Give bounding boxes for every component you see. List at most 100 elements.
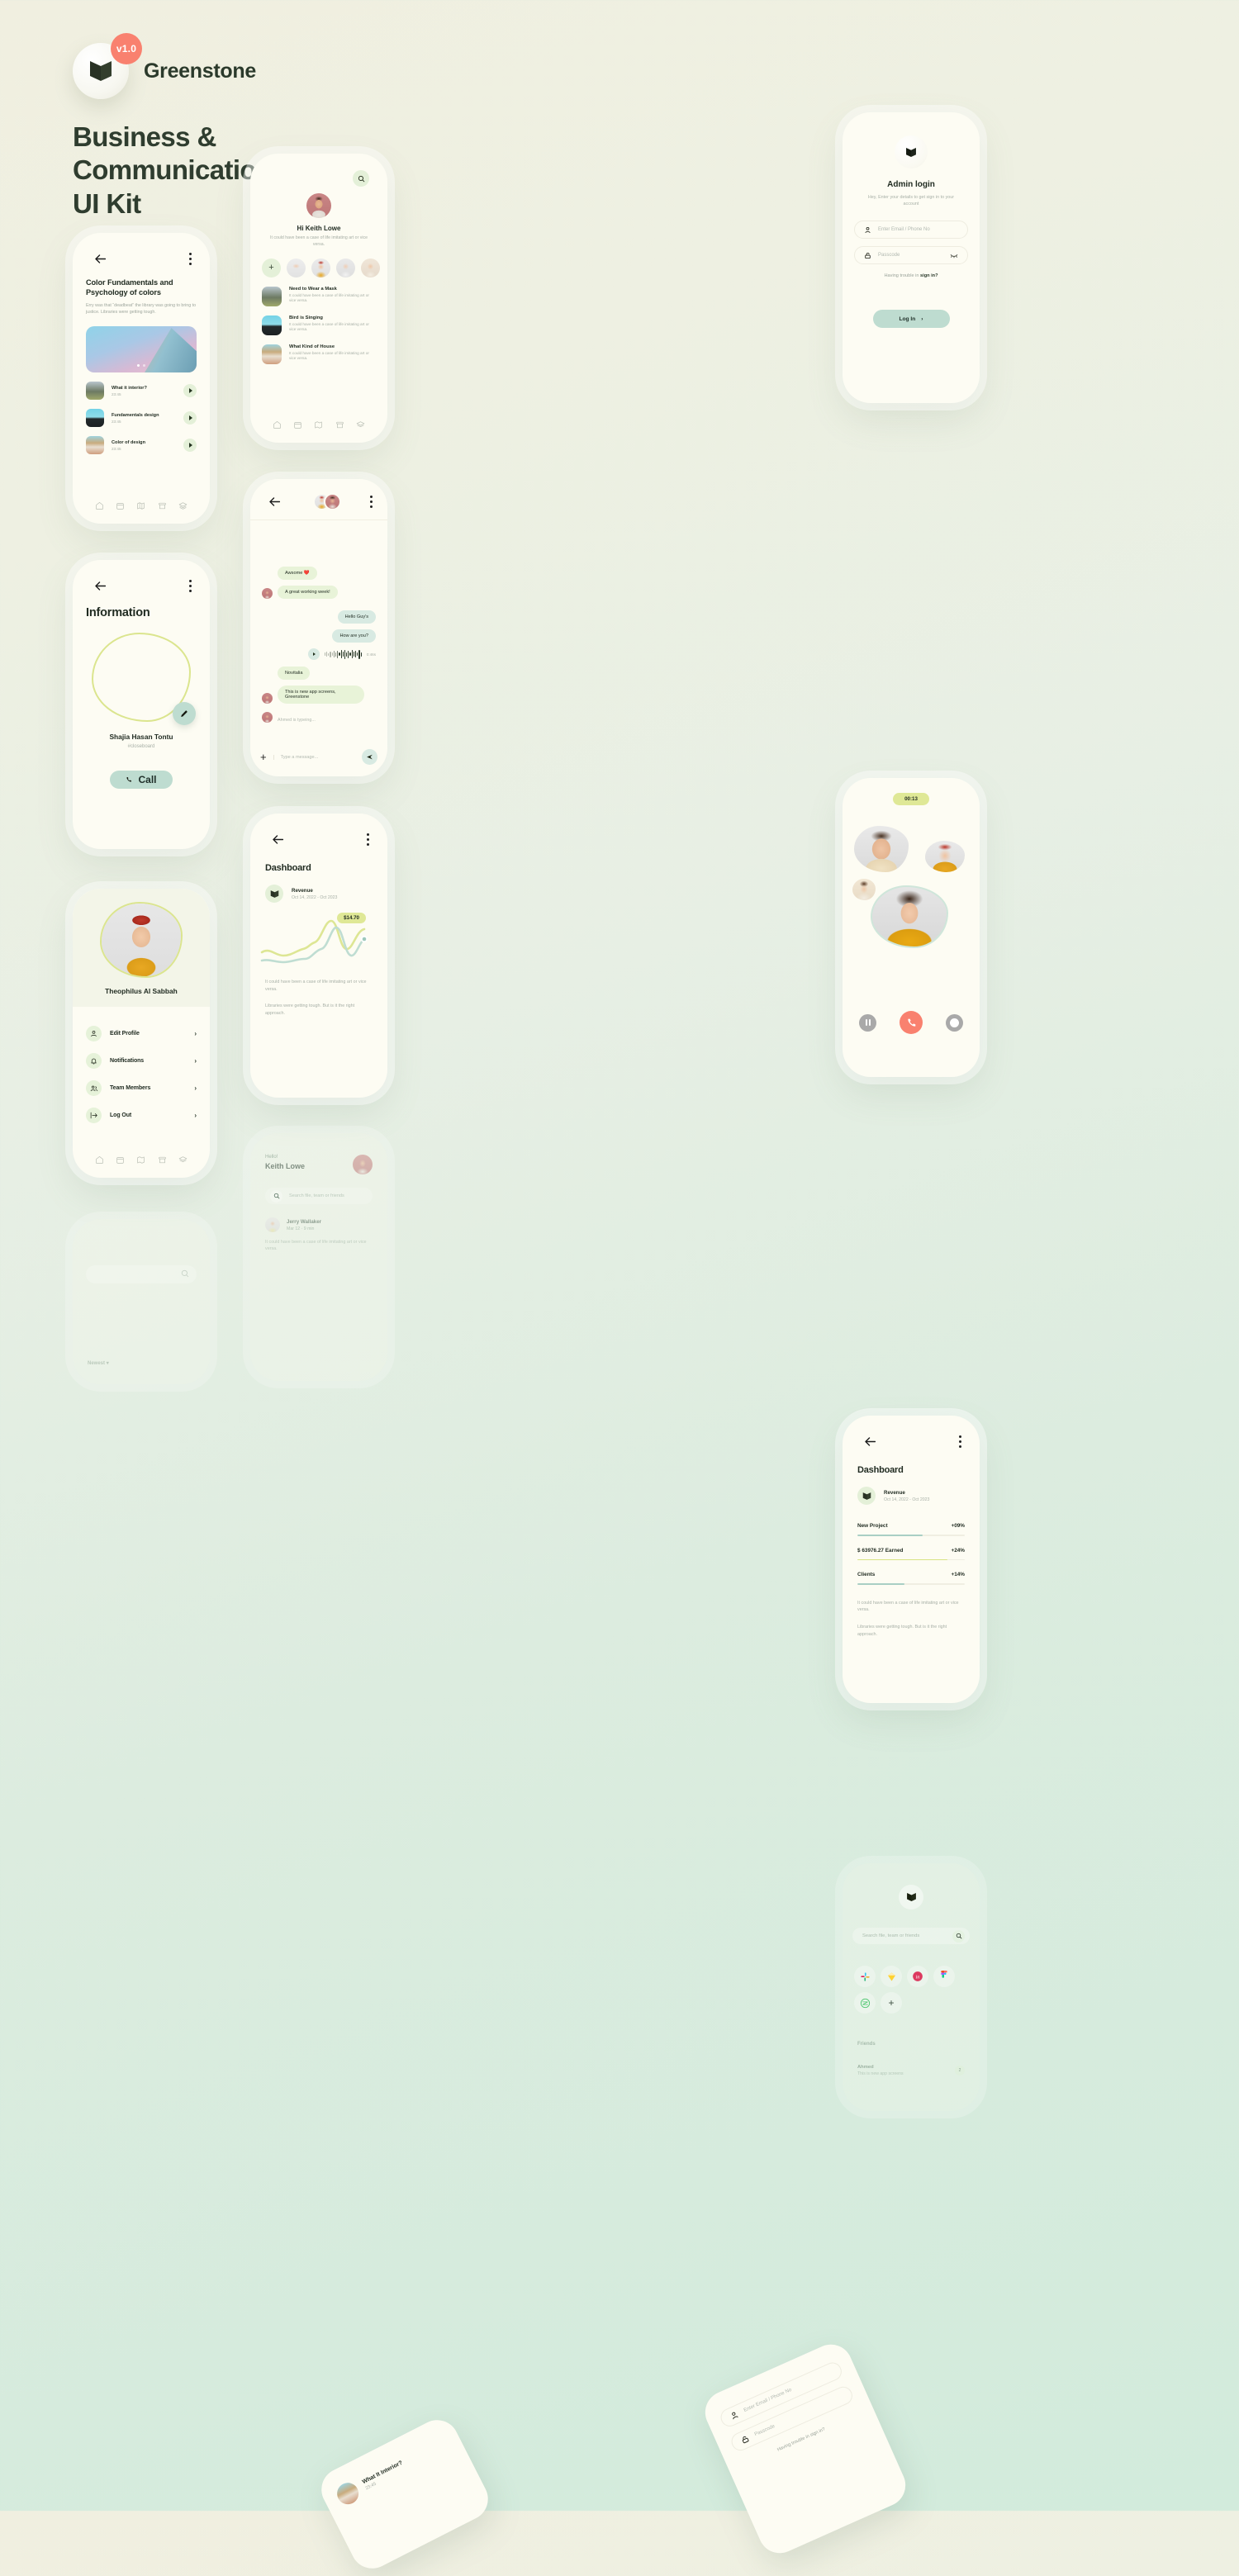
menu-item-log-out[interactable]: Log Out › [73,1102,210,1129]
end-call-button[interactable] [900,1011,923,1034]
call-participant-tile[interactable] [925,841,965,872]
play-icon[interactable] [183,439,197,453]
chevron-right-icon: › [194,1084,197,1092]
pause-call-button[interactable] [859,1013,876,1032]
more-options-icon[interactable] [959,1435,961,1448]
avatar[interactable] [353,1155,373,1174]
list-item[interactable]: Jerry Wallaker Mar 12 · 9 min [250,1217,387,1232]
bottom-navbar[interactable] [73,1155,210,1165]
sort-dropdown[interactable]: Newest ▾ [88,1360,109,1366]
sign-in-link[interactable]: sign in? [920,273,938,278]
menu-item-edit-profile[interactable]: Edit Profile › [73,1020,210,1047]
search-placeholder: Search file, team or friends [862,1933,920,1938]
avatar [100,902,183,978]
carousel-dots[interactable] [137,364,145,368]
voice-message[interactable]: 0:46s [262,648,376,660]
log-in-button[interactable]: Log In › [872,310,950,329]
message-input[interactable]: Type a message... [273,754,355,760]
home-icon[interactable] [95,1155,104,1165]
screen-admin-login: Admin login Hey, Enter your details to g… [843,112,980,403]
home-icon[interactable] [273,420,282,429]
layers-icon[interactable] [178,501,188,510]
slack-icon[interactable] [854,1966,876,1987]
call-participant-tile[interactable] [852,879,876,900]
bottom-navbar[interactable] [250,420,387,429]
play-icon[interactable] [183,384,197,398]
back-icon[interactable] [91,576,109,595]
login-subtitle: Hey, Enter your details to get sign in t… [867,195,955,207]
search-button[interactable] [353,170,369,187]
story-avatar[interactable] [311,258,330,278]
back-icon[interactable] [861,1432,879,1450]
back-icon[interactable] [268,830,287,848]
screen-topbar [73,233,210,268]
story-avatar[interactable] [336,258,355,278]
track-thumbnail [86,382,104,401]
send-button[interactable] [362,749,377,765]
search-input[interactable]: Search file, team or friends [852,1928,970,1944]
call-participant-tile-main[interactable] [871,885,948,948]
more-options-icon[interactable] [189,579,192,592]
list-item-text: Jerry Wallaker Mar 12 · 9 min [287,1219,321,1231]
track-row[interactable]: Color of design 23:45 [86,436,197,455]
menu-item-notifications[interactable]: Notifications › [73,1047,210,1075]
email-field[interactable]: Enter Email / Phone No [854,221,968,240]
menu-item-team-members[interactable]: Team Members › [73,1075,210,1102]
story-avatar[interactable] [287,258,306,278]
more-options-icon[interactable] [370,495,373,508]
more-options-icon[interactable] [367,833,369,846]
track-row[interactable]: What It Interior? 23:45 [333,2433,453,2508]
stat-label: New Project [857,1523,888,1529]
map-icon[interactable] [314,420,323,429]
layers-icon[interactable] [356,420,365,429]
search-input[interactable] [86,1265,197,1283]
eye-off-icon[interactable] [950,253,958,259]
story-row[interactable]: + [250,258,387,278]
archive-icon[interactable] [158,1155,167,1165]
layers-icon[interactable] [178,1155,188,1165]
feed-item-title: What Kind of House [289,344,335,349]
call-participant-tile[interactable] [854,826,909,872]
chat-header [250,479,387,520]
record-button[interactable] [946,1013,963,1032]
back-icon[interactable] [91,249,109,268]
logo-row: v1.0 Greenstone [73,33,420,99]
friend-row[interactable]: Ahmed This is new app screens 2 [857,2065,965,2076]
story-avatar[interactable] [361,258,380,278]
play-icon[interactable] [307,648,320,660]
zeplin-icon[interactable] [854,1992,876,2014]
edit-avatar-button[interactable] [173,702,196,725]
figma-icon[interactable] [933,1966,955,1987]
track-time: 23:45 [364,2481,377,2491]
home-icon[interactable] [95,501,104,510]
play-icon[interactable] [183,411,197,425]
stat-label: $ 63976.27 Earned [857,1547,904,1554]
chat-participants[interactable] [283,492,370,510]
map-icon[interactable] [136,1155,145,1165]
add-story-button[interactable]: + [262,258,281,278]
track-row[interactable]: What it interior? 23:45 [86,382,197,401]
search-input[interactable]: Search file, team or friends [265,1188,373,1204]
attach-icon[interactable]: + [260,752,267,762]
track-name: Fundamentals design [112,412,159,418]
feed-item[interactable]: Need to Wear a Mask It could have been a… [250,286,387,306]
invision-icon[interactable]: in [907,1966,928,1987]
calendar-icon[interactable] [293,420,302,429]
track-row[interactable]: Fundamentals design 23:45 [86,409,197,428]
search-icon[interactable] [952,1929,965,1943]
sketch-icon[interactable] [881,1966,902,1987]
more-options-icon[interactable] [189,252,192,265]
archive-icon[interactable] [158,501,167,510]
call-button[interactable]: Call [110,771,173,789]
map-icon[interactable] [136,501,145,510]
feed-item[interactable]: Bird is Singing It could have been a cas… [250,315,387,335]
calendar-icon[interactable] [116,1155,125,1165]
calendar-icon[interactable] [116,501,125,510]
trouble-label: Having trouble in [884,273,921,279]
back-icon[interactable] [265,492,283,510]
add-app-icon[interactable]: + [881,1992,902,2014]
archive-icon[interactable] [335,420,344,429]
passcode-field[interactable]: Passcode [854,246,968,265]
feed-item[interactable]: What Kind of House It could have been a … [250,344,387,364]
bottom-navbar[interactable] [73,501,210,510]
